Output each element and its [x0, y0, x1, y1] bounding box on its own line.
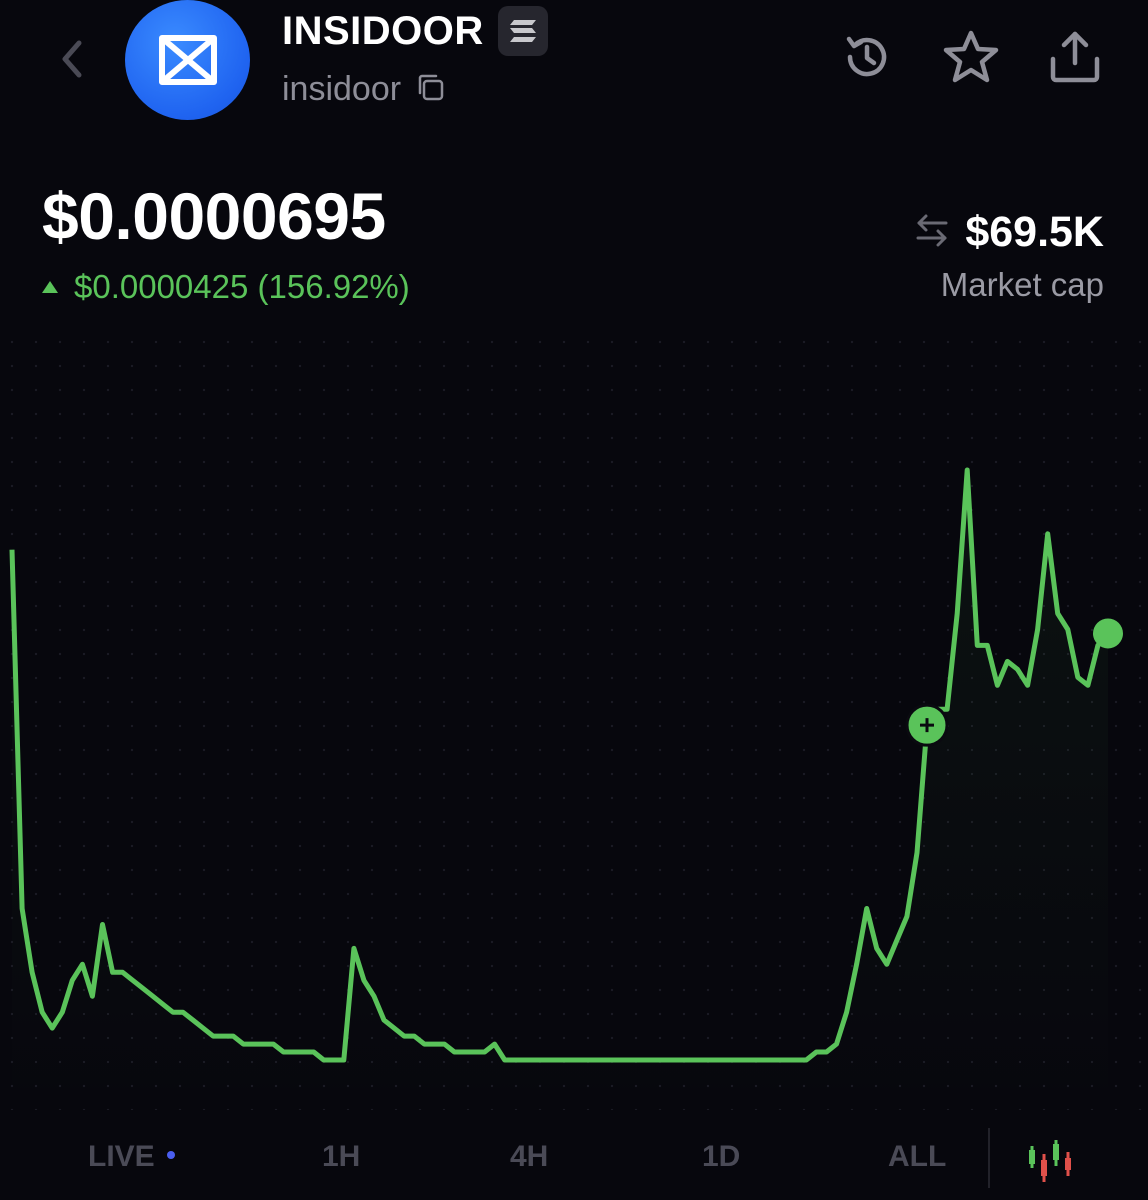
chevron-left-icon[interactable] [52, 34, 92, 84]
tab-1d[interactable]: 1D [702, 1140, 740, 1174]
ticker-row: insidoor [282, 70, 445, 109]
current-price-dot [1093, 618, 1123, 649]
buy-marker[interactable] [905, 703, 949, 747]
price-chart[interactable] [0, 330, 1148, 1110]
price-chart-svg[interactable] [0, 330, 1148, 1110]
up-arrow-icon [42, 281, 58, 293]
time-range-bar: LIVE 1H 4H 1D ALL [0, 1120, 1148, 1200]
market-cap-row[interactable]: $69.5K [913, 208, 1104, 257]
candlestick-icon[interactable] [1024, 1134, 1076, 1186]
tab-live[interactable]: LIVE [88, 1140, 175, 1174]
token-detail-screen: INSIDOOR insidoor $0.0000695 $0.0000425 … [0, 0, 1148, 1200]
copy-icon[interactable] [415, 72, 445, 107]
tab-4h[interactable]: 4H [510, 1140, 548, 1174]
token-title-row: INSIDOOR [282, 6, 548, 56]
token-logo-icon [125, 0, 250, 120]
market-cap-label: Market cap [940, 266, 1104, 303]
star-icon[interactable] [942, 28, 1000, 86]
token-ticker: insidoor [282, 70, 402, 108]
current-price: $0.0000695 [42, 179, 386, 253]
tab-live-label: LIVE [88, 1140, 155, 1173]
price-change: $0.0000425 (156.92%) [42, 268, 410, 306]
swap-arrows-icon[interactable] [913, 213, 951, 252]
bar-divider [988, 1128, 990, 1188]
share-icon[interactable] [1046, 28, 1104, 86]
live-indicator-dot [166, 1151, 175, 1160]
market-cap-value: $69.5K [965, 208, 1104, 256]
tab-all[interactable]: ALL [888, 1140, 946, 1174]
history-icon[interactable] [838, 28, 896, 86]
header-actions [838, 28, 1104, 86]
price-change-text: $0.0000425 (156.92%) [74, 268, 410, 305]
token-name: INSIDOOR [282, 8, 484, 53]
solana-icon [497, 6, 548, 56]
tab-1h[interactable]: 1H [322, 1140, 360, 1174]
